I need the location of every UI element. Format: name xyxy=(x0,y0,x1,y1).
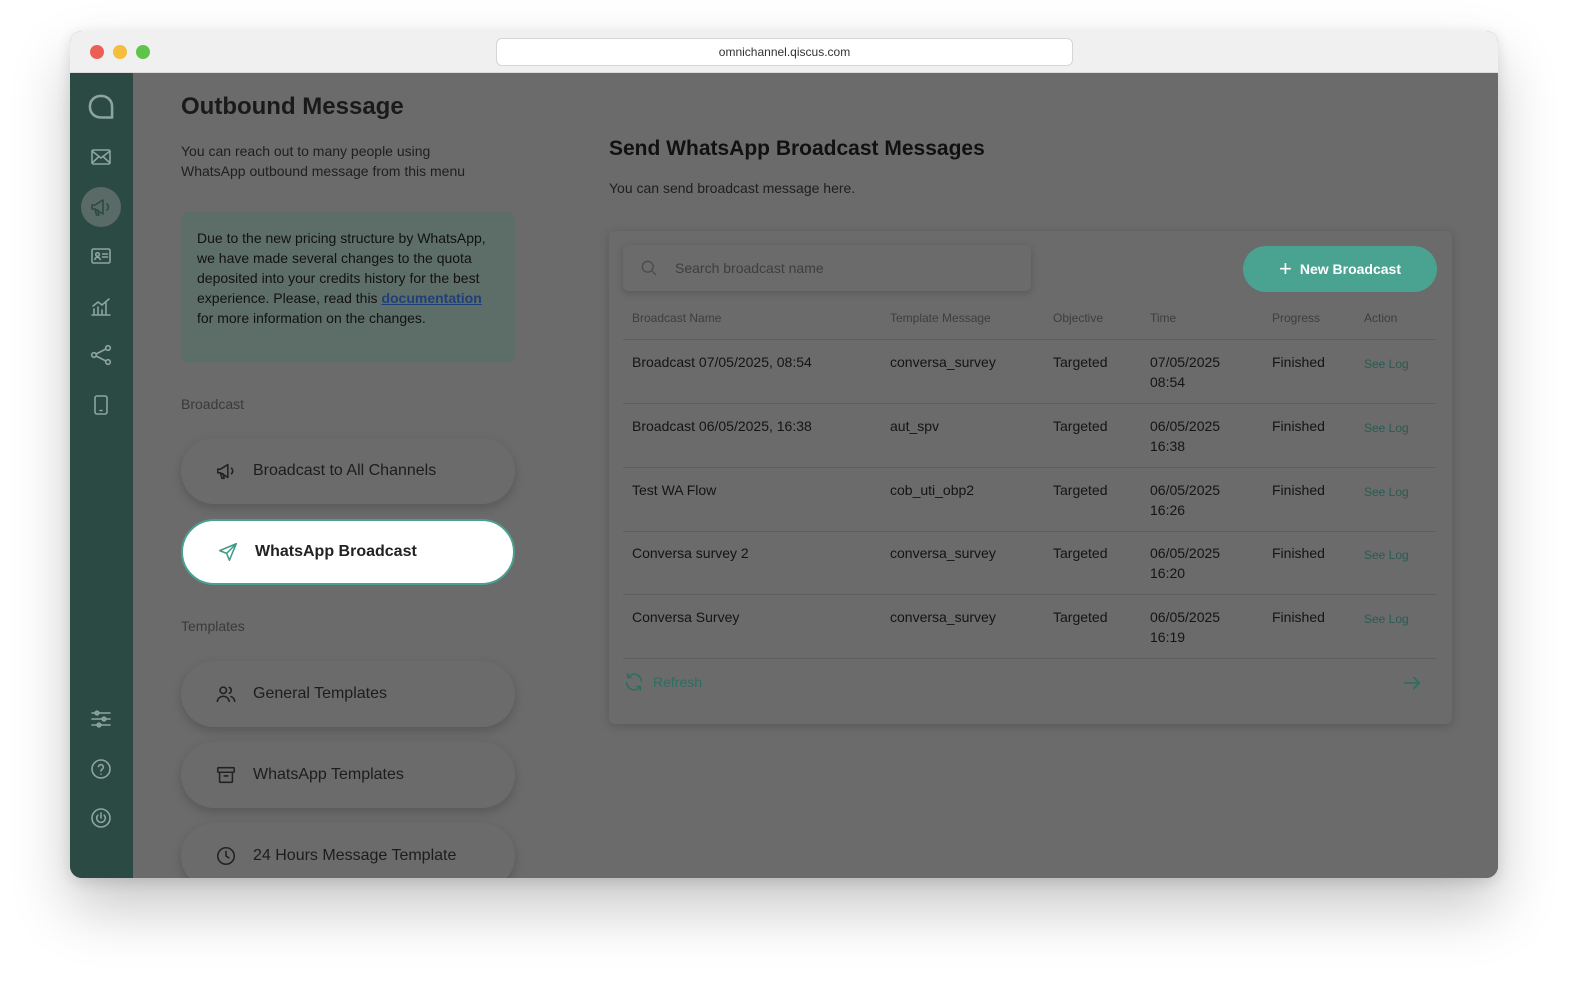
new-broadcast-label: New Broadcast xyxy=(1299,261,1401,277)
broadcast-name-cell: Broadcast 06/05/2025, 16:38 xyxy=(632,418,812,434)
column-header-progress: Progress xyxy=(1272,311,1321,325)
menu-item-label: WhatsApp Broadcast xyxy=(255,543,417,560)
documentation-link[interactable]: documentation xyxy=(381,290,481,306)
broadcast-table-card: + New Broadcast Broadcast Name Template … xyxy=(609,231,1452,724)
objective-cell: Targeted xyxy=(1053,545,1108,561)
broadcast-main: Send WhatsApp Broadcast Messages You can… xyxy=(562,73,1498,878)
menu-item-24-hours-template[interactable]: 24 Hours Message Template xyxy=(181,823,515,878)
pricing-notice: Due to the new pricing structure by What… xyxy=(181,212,515,363)
refresh-icon xyxy=(625,672,643,692)
menu-item-whatsapp-templates[interactable]: WhatsApp Templates xyxy=(181,742,515,808)
column-header-objective: Objective xyxy=(1053,311,1104,325)
integration-icon[interactable] xyxy=(81,335,121,375)
menu-item-broadcast-all-channels[interactable]: Broadcast to All Channels xyxy=(181,438,515,504)
broadcast-name-cell: Broadcast 07/05/2025, 08:54 xyxy=(632,354,812,370)
template-cell: conversa_survey xyxy=(890,609,996,625)
refresh-button[interactable]: Refresh xyxy=(623,671,702,693)
notice-text-after: for more information on the changes. xyxy=(197,310,426,326)
app-content: Outbound Message You can reach out to ma… xyxy=(70,73,1498,878)
icon-rail xyxy=(70,73,133,878)
time-cell: 06/05/2025 16:26 xyxy=(1150,482,1221,518)
settings-sliders-icon[interactable] xyxy=(81,699,121,739)
next-page-arrow-icon[interactable] xyxy=(1401,672,1423,694)
column-header-template-message: Template Message xyxy=(890,311,991,325)
time-cell: 06/05/2025 16:20 xyxy=(1150,545,1221,581)
broadcast-section-label: Broadcast xyxy=(181,396,245,412)
search-box xyxy=(623,245,1031,291)
search-input[interactable] xyxy=(675,260,1005,276)
time-cell: 07/05/2025 08:54 xyxy=(1150,354,1221,390)
search-icon xyxy=(641,260,657,276)
table-row: Conversa Survey conversa_survey Targeted… xyxy=(623,595,1436,659)
power-icon[interactable] xyxy=(81,798,121,838)
template-cell: conversa_survey xyxy=(890,545,996,561)
broadcast-name-cell: Conversa survey 2 xyxy=(632,545,749,561)
time-cell: 06/05/2025 16:38 xyxy=(1150,418,1221,454)
template-cell: aut_spv xyxy=(890,418,940,434)
outbound-menu-panel: Outbound Message You can reach out to ma… xyxy=(133,73,562,878)
menu-item-label: Broadcast to All Channels xyxy=(253,462,437,479)
template-cell: conversa_survey xyxy=(890,354,996,370)
see-log-link[interactable]: See Log xyxy=(1364,418,1409,438)
table-row: Conversa survey 2 conversa_survey Target… xyxy=(623,531,1436,595)
column-header-broadcast-name: Broadcast Name xyxy=(632,311,722,325)
progress-cell: Finished xyxy=(1272,482,1325,498)
inbox-icon[interactable] xyxy=(81,137,121,177)
browser-titlebar: omnichannel.qiscus.com xyxy=(70,31,1498,73)
archive-icon xyxy=(215,764,237,786)
users-icon xyxy=(215,683,237,705)
megaphone-icon[interactable] xyxy=(81,187,121,227)
menu-item-label: General Templates xyxy=(253,685,387,702)
close-window-button[interactable] xyxy=(90,45,104,59)
new-broadcast-button[interactable]: + New Broadcast xyxy=(1243,246,1437,292)
menu-item-general-templates[interactable]: General Templates xyxy=(181,661,515,727)
progress-cell: Finished xyxy=(1272,609,1325,625)
progress-cell: Finished xyxy=(1272,418,1325,434)
table-row: Broadcast 06/05/2025, 16:38 aut_spv Targ… xyxy=(623,404,1436,468)
browser-window: omnichannel.qiscus.com Outbound Message … xyxy=(70,31,1498,878)
table-row: Test WA Flow cob_uti_obp2 Targeted 06/05… xyxy=(623,468,1436,532)
help-icon[interactable] xyxy=(81,749,121,789)
see-log-link[interactable]: See Log xyxy=(1364,354,1409,374)
see-log-link[interactable]: See Log xyxy=(1364,482,1409,502)
column-header-action: Action xyxy=(1364,311,1398,325)
broadcast-name-cell: Test WA Flow xyxy=(632,482,717,498)
address-bar[interactable]: omnichannel.qiscus.com xyxy=(496,38,1073,66)
column-header-time: Time xyxy=(1150,311,1177,325)
analytics-icon[interactable] xyxy=(81,286,121,326)
plus-icon: + xyxy=(1278,256,1292,281)
send-icon xyxy=(217,541,239,563)
templates-section-label: Templates xyxy=(181,618,245,634)
menu-item-label: 24 Hours Message Template xyxy=(253,847,457,864)
page-title: Outbound Message xyxy=(181,93,404,120)
section-title: Send WhatsApp Broadcast Messages xyxy=(609,137,985,160)
broadcast-name-cell: Conversa Survey xyxy=(632,609,740,625)
section-description: You can send broadcast message here. xyxy=(609,180,856,196)
objective-cell: Targeted xyxy=(1053,609,1108,625)
template-cell: cob_uti_obp2 xyxy=(890,482,975,498)
menu-item-whatsapp-broadcast[interactable]: WhatsApp Broadcast xyxy=(181,519,515,585)
objective-cell: Targeted xyxy=(1053,482,1108,498)
page-description: You can reach out to many people using W… xyxy=(181,143,466,179)
table-row: Broadcast 07/05/2025, 08:54 conversa_sur… xyxy=(623,340,1436,404)
objective-cell: Targeted xyxy=(1053,354,1108,370)
time-cell: 06/05/2025 16:19 xyxy=(1150,609,1221,645)
progress-cell: Finished xyxy=(1272,354,1325,370)
minimize-window-button[interactable] xyxy=(113,45,127,59)
contact-card-icon[interactable] xyxy=(81,236,121,276)
objective-cell: Targeted xyxy=(1053,418,1108,434)
megaphone-icon xyxy=(215,460,237,482)
progress-cell: Finished xyxy=(1272,545,1325,561)
mobile-icon[interactable] xyxy=(81,385,121,425)
refresh-label: Refresh xyxy=(653,674,703,690)
menu-item-label: WhatsApp Templates xyxy=(253,766,404,783)
clock-icon xyxy=(215,845,237,867)
maximize-window-button[interactable] xyxy=(136,45,150,59)
see-log-link[interactable]: See Log xyxy=(1364,609,1409,629)
see-log-link[interactable]: See Log xyxy=(1364,545,1409,565)
qiscus-logo-icon[interactable] xyxy=(81,87,121,127)
